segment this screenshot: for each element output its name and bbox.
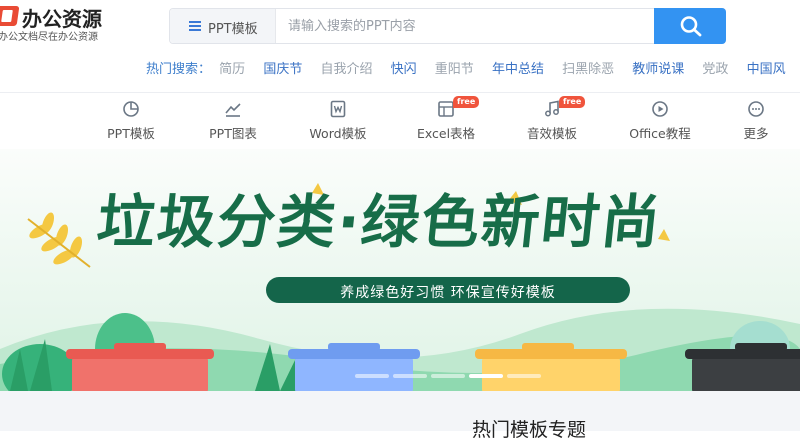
carousel-dot-active[interactable] xyxy=(469,374,503,378)
nav-item-ppt-template[interactable]: PPT模板 xyxy=(81,99,181,142)
hot-topics-section: 热门模板专题 xyxy=(0,391,800,441)
banner-subtitle: 养成绿色好习惯 环保宣传好模板 xyxy=(340,285,556,301)
hot-keyword-link[interactable]: 自我介绍 xyxy=(320,58,372,77)
hot-keyword-link[interactable]: 扫黑除恶 xyxy=(562,58,614,77)
hot-keyword-link[interactable]: 年中总结 xyxy=(492,58,544,77)
search-category-label: PPT模板 xyxy=(208,22,258,37)
nav-item-label: PPT图表 xyxy=(209,126,257,141)
search-icon xyxy=(680,16,702,37)
nav-item-excel[interactable]: free Excel表格 xyxy=(396,96,496,142)
line-chart-icon xyxy=(225,103,241,117)
logo-mark-icon xyxy=(0,6,20,26)
site-logo[interactable]: 办公资源 办公文档尽在办公资源 xyxy=(0,2,102,43)
pie-chart-icon xyxy=(123,101,139,117)
nav-item-word-template[interactable]: Word模板 xyxy=(288,99,388,142)
word-doc-icon xyxy=(330,100,346,118)
free-badge: free xyxy=(559,96,586,108)
carousel-dot[interactable] xyxy=(431,374,465,378)
search-category-select[interactable]: PPT模板 xyxy=(170,9,276,43)
hot-keyword-link[interactable]: 中国风 xyxy=(747,58,786,77)
nav-item-label: 更多 xyxy=(743,126,769,141)
banner-title: 垃圾分类·绿色新时尚 xyxy=(93,188,666,256)
carousel-dot[interactable] xyxy=(355,374,389,378)
hot-keyword-link[interactable]: 教师说课 xyxy=(632,58,684,77)
section-title: 热门模板专题 xyxy=(472,419,587,441)
hot-keyword-link[interactable]: 重阳节 xyxy=(435,58,474,77)
nav-item-ppt-chart[interactable]: PPT图表 xyxy=(183,99,283,142)
hot-search-row: 热门搜索： 简历 国庆节 自我介绍 快闪 重阳节 年中总结 扫黑除恶 教师说课 … xyxy=(146,58,800,78)
hot-search-label: 热门搜索： xyxy=(146,62,212,77)
search-input[interactable] xyxy=(288,9,648,43)
nav-item-office-tutorial[interactable]: Office教程 xyxy=(610,99,710,142)
logo-subtitle: 办公文档尽在办公资源 xyxy=(0,32,98,43)
nav-item-label: 音效模板 xyxy=(526,126,577,141)
banner-subtitle-pill: 养成绿色好习惯 环保宣传好模板 xyxy=(266,277,630,303)
hot-keyword-link[interactable]: 党政 xyxy=(702,58,728,77)
site-header: 办公资源 办公文档尽在办公资源 PPT模板 热门搜索： 简历 国庆节 自我介绍 … xyxy=(0,0,800,92)
carousel-dot[interactable] xyxy=(507,374,541,378)
hot-keyword-link[interactable]: 国庆节 xyxy=(263,58,302,77)
play-circle-icon xyxy=(652,101,668,117)
nav-item-label: PPT模板 xyxy=(107,126,155,141)
hero-banner[interactable]: 垃圾分类·绿色新时尚 养成绿色好习惯 环保宣传好模板 xyxy=(0,149,800,391)
hot-keyword-link[interactable]: 简历 xyxy=(219,58,245,77)
carousel-dot[interactable] xyxy=(393,374,427,378)
nav-item-sound[interactable]: free 音效模板 xyxy=(502,96,602,142)
menu-icon xyxy=(189,21,201,31)
nav-item-label: Excel表格 xyxy=(416,126,476,141)
search-button[interactable] xyxy=(654,8,726,44)
nav-item-label: Word模板 xyxy=(309,126,367,141)
free-badge: free xyxy=(453,96,480,108)
nav-item-more[interactable]: 更多 xyxy=(706,99,800,142)
more-dots-icon xyxy=(748,101,764,117)
nav-item-label: Office教程 xyxy=(629,126,691,141)
hot-keyword-link[interactable]: 快闪 xyxy=(391,58,417,77)
category-nav: PPT模板 PPT图表 Word模板 free Excel表格 free 音效模… xyxy=(0,92,800,149)
search-bar: PPT模板 xyxy=(169,8,726,44)
